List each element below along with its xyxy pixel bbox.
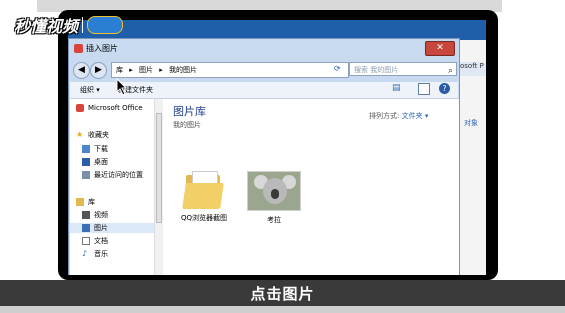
insert-picture-dialog: 插入图片 ✕ ◀ ▶ 库 ▸ 图片 ▸ 我的图片 ⟳ 搜索 我的图片 ⌕ 组织 … [68,38,460,275]
sidebar-item-label: 收藏夹 [88,131,109,139]
sidebar-item-downloads[interactable]: 下载 [82,144,108,154]
toolbar: 组织 ▾ 新建文件夹 ▤ ? [70,82,458,99]
desktop-icon [82,158,90,166]
koala-thumbnail-icon [247,171,301,211]
screen: osoft P 对象 插入图片 ✕ ◀ ▶ 库 ▸ 图片 ▸ 我的图片 ⟳ 搜索… [68,20,486,275]
library-subtitle: 我的图片 [173,121,201,129]
preview-pane-icon[interactable] [418,83,430,95]
sidebar-item-recent[interactable]: 最近访问的位置 [82,170,143,180]
sidebar-item-library[interactable]: 库 [76,197,95,207]
sidebar-item-label: 文档 [94,237,108,245]
sidebar-item-videos[interactable]: 视频 [82,210,108,220]
sidebar-item-label: 视频 [94,211,108,219]
office-icon [76,104,84,112]
search-input[interactable]: 搜索 我的图片 ⌕ [349,62,457,76]
breadcrumb-library[interactable]: 库 [116,66,123,74]
star-icon: ★ [76,130,84,139]
file-name: 考拉 [267,216,281,224]
sidebar-item-documents[interactable]: 文档 [82,236,108,246]
background-office-app: osoft P 对象 [460,40,486,275]
pictures-icon [82,224,90,232]
documents-icon [82,237,90,245]
sidebar-item-music[interactable]: ♪ 音乐 [82,249,108,259]
watermark-text: 秒懂视频 [14,17,79,36]
close-button[interactable]: ✕ [425,41,455,56]
arrange-value[interactable]: 文件夹 ▾ [402,112,429,120]
mouse-cursor-icon [116,78,128,96]
sidebar-item-favorites[interactable]: ★ 收藏夹 [76,130,109,140]
image-item[interactable]: 考拉 [239,171,309,225]
navigation-bar: ◀ ▶ 库 ▸ 图片 ▸ 我的图片 ⟳ 搜索 我的图片 ⌕ [71,61,457,79]
scrollbar-thumb[interactable] [156,113,162,223]
watermark-divider [82,17,84,33]
sidebar-item-label: 最近访问的位置 [94,171,143,179]
sidebar-item-label: 桌面 [94,158,108,166]
background-app-title: osoft P [460,62,486,76]
sidebar-item-label: 库 [88,198,95,206]
library-icon [76,198,84,206]
sidebar-item-label: Microsoft Office [88,104,143,112]
navigation-pane: Microsoft Office ★ 收藏夹 下载 桌面 最近访问的位置 库 视… [70,99,155,275]
dialog-titlebar: 插入图片 ✕ [69,39,459,59]
view-options-icon[interactable]: ▤ [392,83,401,93]
chevron-right-icon: ▸ [129,66,133,74]
forward-button[interactable]: ▶ [90,62,107,79]
sidebar-item-label: 图片 [94,224,108,232]
sidebar-item-office[interactable]: Microsoft Office [76,104,143,112]
arrange-by[interactable]: 排列方式: 文件夹 ▾ [369,111,428,121]
sidebar-item-label: 下载 [94,145,108,153]
folder-icon [182,171,224,209]
chevron-right-icon: ▸ [159,66,163,74]
music-icon: ♪ [82,249,88,258]
sidebar-scrollbar[interactable] [154,99,163,275]
breadcrumb-my-pictures[interactable]: 我的图片 [169,66,197,74]
watermark: 秒懂视频 [14,13,124,37]
video-caption: 点击图片 [250,285,315,303]
address-bar[interactable]: 库 ▸ 图片 ▸ 我的图片 [111,62,349,78]
sidebar-item-desktop[interactable]: 桌面 [82,157,108,167]
help-icon[interactable]: ? [439,83,450,94]
back-button[interactable]: ◀ [73,62,90,79]
app-icon [74,44,83,53]
background-app-label: 对象 [464,119,478,127]
library-title: 图片库 [173,105,206,118]
breadcrumb-pictures[interactable]: 图片 [139,66,153,74]
search-icon[interactable]: ⌕ [448,64,453,78]
sidebar-item-pictures[interactable]: 图片 [70,223,154,233]
sidebar-item-label: 音乐 [94,250,108,258]
watermark-logo-icon [87,16,124,34]
dialog-title: 插入图片 [86,44,118,53]
laptop-base-edge [0,306,565,313]
refresh-icon[interactable]: ⟳ [334,64,341,73]
folder-item[interactable]: QQ浏览器截图 [169,171,239,223]
search-placeholder: 搜索 我的图片 [354,66,399,74]
content-pane: 图片库 我的图片 排列方式: 文件夹 ▾ QQ浏览器截图 考拉 [163,99,459,275]
recent-icon [82,171,90,179]
file-name: QQ浏览器截图 [180,214,228,222]
organize-button[interactable]: 组织 ▾ [80,85,100,95]
video-icon [82,211,90,219]
download-icon [82,145,90,153]
arrange-label: 排列方式: [369,112,400,120]
